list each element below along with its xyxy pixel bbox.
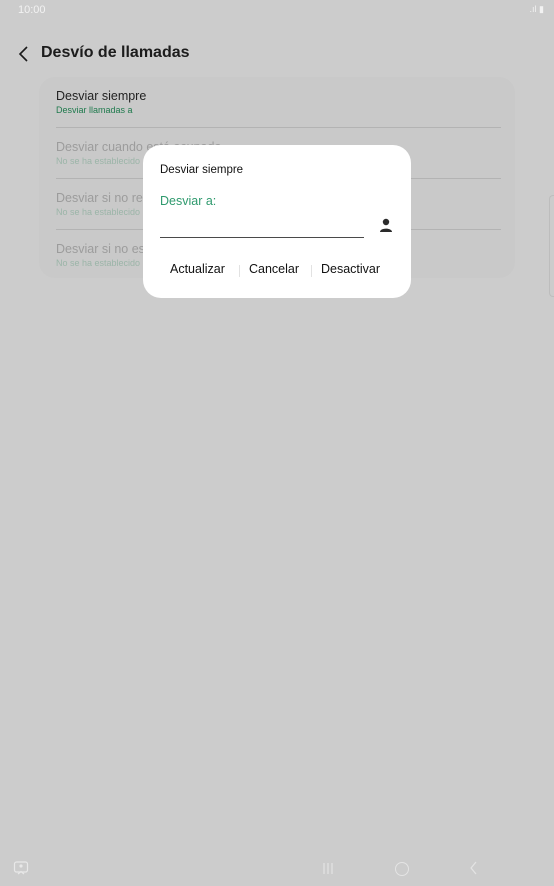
keyboard-icon[interactable] xyxy=(13,860,29,876)
cancel-button[interactable]: Cancelar xyxy=(249,262,299,276)
person-icon xyxy=(380,218,392,232)
divider xyxy=(311,265,312,277)
dialog-actions: Actualizar Cancelar Desactivar xyxy=(143,258,411,282)
nav-back-icon[interactable] xyxy=(469,861,479,875)
contacts-button[interactable] xyxy=(377,217,395,235)
option-always-forward[interactable]: Desviar siempre Desviar llamadas a xyxy=(56,77,501,128)
option-sub: Desviar llamadas a xyxy=(56,105,133,115)
option-label: Desviar siempre xyxy=(56,89,147,103)
navigation-bar xyxy=(0,852,554,886)
dialog-title: Desviar siempre xyxy=(160,164,244,176)
forward-number-input[interactable] xyxy=(160,215,364,238)
signal-battery-icon: .ıl ▮ xyxy=(529,4,544,14)
page-title: Desvío de llamadas xyxy=(41,44,190,61)
forward-to-label: Desviar a: xyxy=(160,194,217,208)
status-bar: 10:00 .ıl ▮ xyxy=(0,0,554,20)
chevron-left-icon xyxy=(18,46,28,62)
edge-panel-handle[interactable] xyxy=(549,195,554,297)
app-bar: Desvío de llamadas xyxy=(0,38,554,68)
update-button[interactable]: Actualizar xyxy=(170,262,225,276)
back-button[interactable] xyxy=(14,44,34,64)
recents-icon[interactable] xyxy=(322,862,334,875)
status-time: 10:00 xyxy=(18,4,46,16)
divider xyxy=(239,265,240,277)
forward-dialog: Desviar siempre Desviar a: Actualizar Ca… xyxy=(143,145,411,298)
home-icon[interactable] xyxy=(395,862,409,876)
disable-button[interactable]: Desactivar xyxy=(321,262,380,276)
